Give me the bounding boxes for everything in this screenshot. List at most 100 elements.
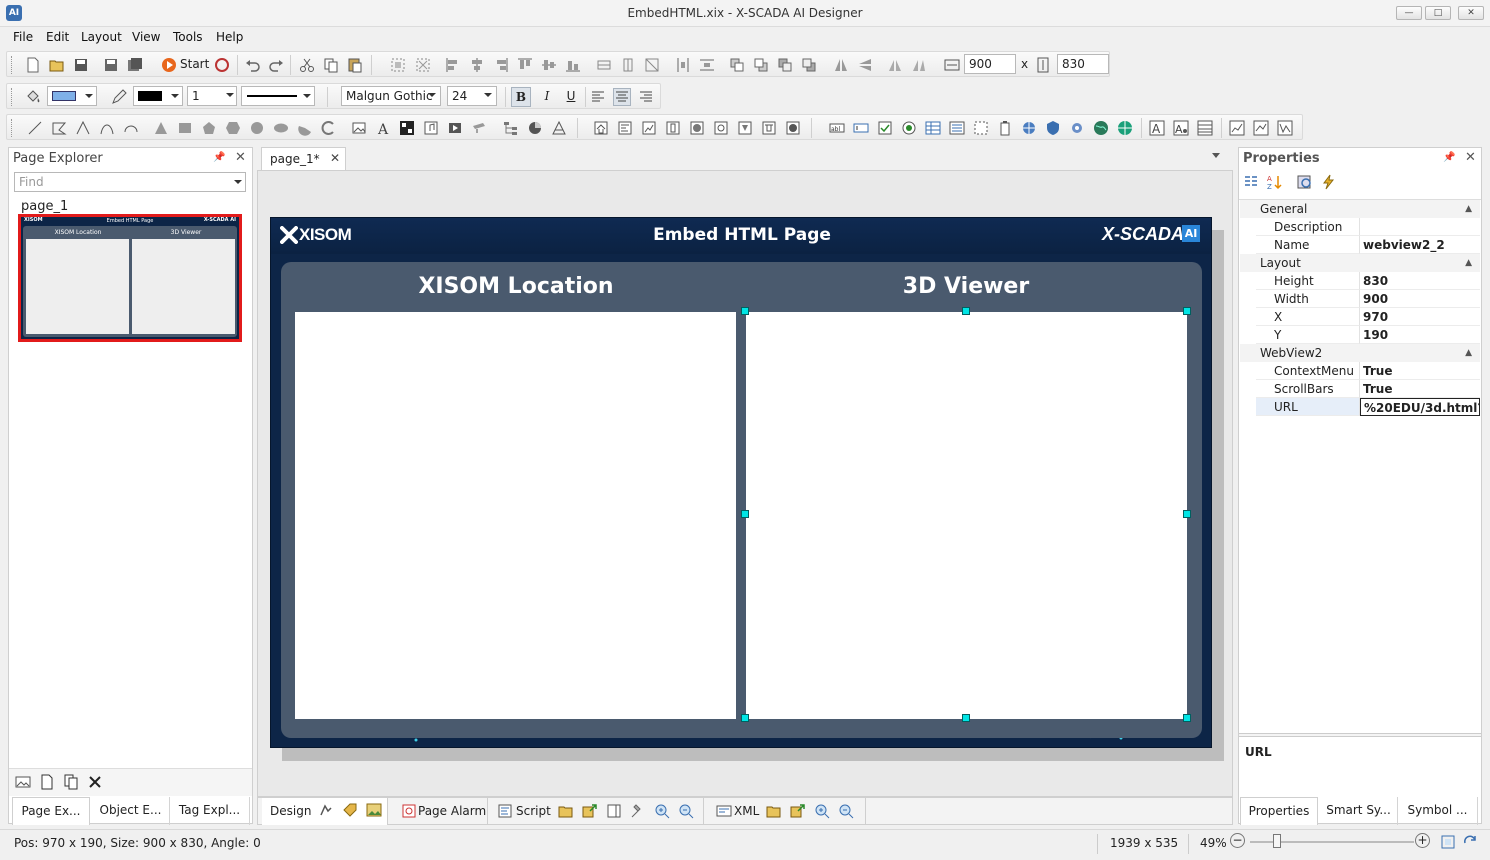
tag-icon[interactable]: [342, 802, 358, 818]
add-image-page-icon[interactable]: [15, 774, 31, 790]
underline-button[interactable]: U: [561, 87, 581, 107]
xml-zoom-out-icon[interactable]: [838, 803, 854, 819]
page-thumbnail[interactable]: XISOM Embed HTML Page X-SCADA AI XISOM L…: [18, 214, 242, 342]
tab-design[interactable]: Design: [262, 798, 388, 825]
pie-tool-icon[interactable]: [297, 120, 313, 136]
tab-list-chevron-icon[interactable]: [1212, 153, 1220, 158]
xml-icon[interactable]: [716, 803, 732, 819]
tab-page-alarm[interactable]: Page Alarm: [396, 798, 488, 825]
tree-tool-icon[interactable]: [503, 120, 519, 136]
category-webview2[interactable]: WebView2 ▲: [1240, 344, 1480, 362]
font-family-select[interactable]: Malgun Gothic: [341, 86, 441, 106]
chevron-up-icon[interactable]: ▲: [1465, 200, 1472, 218]
url-value-input[interactable]: %20EDU/3d.html?s: [1360, 398, 1480, 416]
ellipse-tool-icon[interactable]: [273, 120, 289, 136]
page-list-item[interactable]: page_1: [21, 199, 68, 214]
property-row-selected[interactable]: URL %20EDU/3d.html?s: [1240, 398, 1480, 416]
start-icon[interactable]: [161, 57, 177, 73]
minimize-button[interactable]: —: [1396, 6, 1422, 20]
tab-properties[interactable]: Properties: [1240, 797, 1318, 825]
page-width-input[interactable]: 900: [964, 54, 1016, 74]
copy-page-icon[interactable]: [63, 774, 79, 790]
tab-page-1[interactable]: page_1* ✕: [261, 147, 346, 170]
close-panel-icon[interactable]: ✕: [1465, 150, 1476, 165]
property-value[interactable]: 830: [1360, 272, 1480, 290]
xml-zoom-in-icon[interactable]: [814, 803, 830, 819]
menu-view[interactable]: View: [132, 30, 160, 44]
tab-xml[interactable]: XML: [708, 798, 866, 825]
script-zoom-in-icon[interactable]: [654, 803, 670, 819]
chevron-up-icon[interactable]: ▲: [1465, 344, 1472, 362]
resize-handle-top-right[interactable]: [1183, 307, 1191, 315]
qrcode-tool-icon[interactable]: [399, 120, 415, 136]
rotate-right-icon[interactable]: [911, 57, 927, 73]
toolbar-grip[interactable]: [11, 56, 14, 74]
motor-symbol-icon[interactable]: [785, 120, 801, 136]
property-row[interactable]: X 970: [1240, 308, 1480, 326]
battery-control-icon[interactable]: [997, 120, 1013, 136]
property-pages-icon[interactable]: [1297, 174, 1313, 190]
align-top-icon[interactable]: [517, 57, 533, 73]
category-general[interactable]: General ▲: [1240, 200, 1480, 218]
line-chart-icon[interactable]: [1253, 120, 1269, 136]
flip-vertical-icon[interactable]: [857, 57, 873, 73]
distribute-vertical-icon[interactable]: [699, 57, 715, 73]
chord-tool-icon[interactable]: [321, 120, 337, 136]
pencil-icon[interactable]: [111, 89, 127, 105]
toolbar-grip[interactable]: [11, 119, 14, 137]
new-file-icon[interactable]: [25, 57, 41, 73]
zoom-in-icon[interactable]: +: [1415, 833, 1430, 848]
property-value[interactable]: [1360, 218, 1480, 236]
arc-tool-icon[interactable]: [123, 120, 139, 136]
text-format-icon[interactable]: A: [1173, 120, 1189, 136]
category-layout[interactable]: Layout ▲: [1240, 254, 1480, 272]
maximize-button[interactable]: □: [1425, 6, 1451, 20]
property-row[interactable]: Description: [1240, 218, 1480, 236]
cone-tool-icon[interactable]: [551, 120, 567, 136]
script-panel-icon[interactable]: [606, 803, 622, 819]
hexagon-tool-icon[interactable]: [225, 120, 241, 136]
webview2-control-icon[interactable]: [1117, 120, 1133, 136]
script-export-icon[interactable]: [582, 803, 598, 819]
paste-icon[interactable]: [347, 57, 363, 73]
script-tools-icon[interactable]: [630, 803, 646, 819]
tab-object-explorer[interactable]: Object E...: [92, 797, 170, 825]
checkbox-control-icon[interactable]: [877, 120, 893, 136]
rotate-left-icon[interactable]: [887, 57, 903, 73]
sound-tool-icon[interactable]: [423, 120, 439, 136]
property-value[interactable]: 190: [1360, 326, 1480, 344]
resize-handle-top-left[interactable]: [741, 307, 749, 315]
refresh-zoom-icon[interactable]: [1462, 834, 1478, 850]
save-all-icon[interactable]: [127, 57, 143, 73]
alarm-clock-icon[interactable]: [401, 803, 417, 819]
find-input[interactable]: Find: [14, 172, 246, 192]
cut-icon[interactable]: [299, 57, 315, 73]
align-right-icon[interactable]: [493, 57, 509, 73]
line-tool-icon[interactable]: [27, 120, 43, 136]
text-tool-icon[interactable]: A: [375, 120, 391, 136]
xml-export-icon[interactable]: [790, 803, 806, 819]
shield-control-icon[interactable]: [1045, 120, 1061, 136]
script-zoom-out-icon[interactable]: [678, 803, 694, 819]
pie-chart-tool-icon[interactable]: [527, 120, 543, 136]
menu-help[interactable]: Help: [216, 30, 243, 44]
circle-tool-icon[interactable]: [249, 120, 265, 136]
image-tool-icon[interactable]: [351, 120, 367, 136]
valve-symbol-icon[interactable]: [761, 120, 777, 136]
resize-handle-bottom[interactable]: [962, 714, 970, 722]
align-left-icon[interactable]: [445, 57, 461, 73]
same-height-icon[interactable]: [620, 57, 636, 73]
text-align-left-icon[interactable]: [590, 89, 606, 105]
webview-3d-viewer[interactable]: [746, 312, 1187, 719]
pin-icon[interactable]: 📌: [213, 152, 225, 163]
italic-button[interactable]: I: [537, 87, 557, 107]
redo-icon[interactable]: [268, 57, 284, 73]
resize-handle-bottom-left[interactable]: [741, 714, 749, 722]
hmi-page[interactable]: XISOM Embed HTML Page X-SCADA AI XISOM L…: [270, 217, 1212, 748]
toolbar-grip[interactable]: [11, 88, 14, 106]
fit-page-icon[interactable]: [1440, 834, 1456, 850]
events-icon[interactable]: [1321, 174, 1337, 190]
webview-xisom-location[interactable]: [295, 312, 736, 719]
sort-alphabetical-icon[interactable]: AZ: [1267, 174, 1283, 190]
tank-symbol-icon[interactable]: [665, 120, 681, 136]
